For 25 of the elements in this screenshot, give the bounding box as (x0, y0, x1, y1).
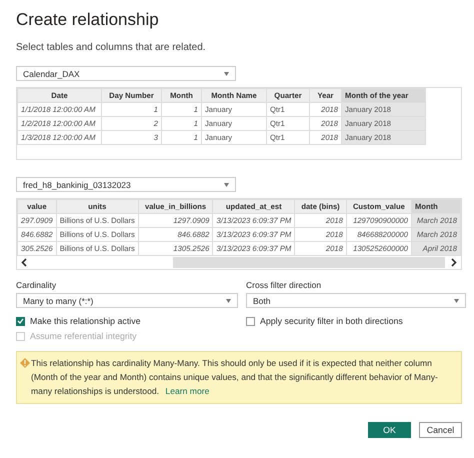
checkbox-label: Make this relationship active (30, 316, 141, 326)
learn-more-link[interactable]: Learn more (165, 386, 210, 396)
ok-button[interactable]: OK (368, 422, 411, 438)
caret-icon (454, 298, 459, 302)
scroll-thumb[interactable] (173, 257, 445, 268)
chevron-left-icon[interactable] (21, 258, 27, 267)
dropdown[interactable]: fred_h8_bankinig_03132023 (16, 177, 236, 192)
dropdown[interactable]: Many to many (*:*) (16, 293, 238, 308)
dialog-title: Create relationship (16, 10, 160, 30)
dropdown[interactable]: Both (246, 293, 466, 308)
field-label: Cardinality (16, 280, 58, 290)
dropdown[interactable]: Calendar_DAX (16, 66, 236, 81)
caret-icon (226, 298, 231, 302)
checkbox[interactable] (16, 316, 25, 326)
cancel-button[interactable]: Cancel (419, 422, 462, 438)
checkbox-label: Assume referential integrity (30, 331, 137, 341)
checkbox[interactable] (246, 316, 255, 326)
warning-icon (20, 358, 30, 368)
checkbox-label: Apply security filter in both directions (260, 316, 403, 326)
caret-icon (224, 72, 229, 76)
caret-icon (224, 182, 229, 186)
field-label: Cross filter direction (246, 280, 322, 290)
chevron-right-icon[interactable] (451, 258, 457, 267)
dialog-subtitle: Select tables and columns that are related. (16, 42, 207, 53)
warning-message: This relationship has cardinality Many-Many. This should only be used if it is expected that neither column (Month of the year and Month) contains unique values, and that the significantly different behavior of Many-many relationships is understood. Learn more (31, 357, 439, 398)
